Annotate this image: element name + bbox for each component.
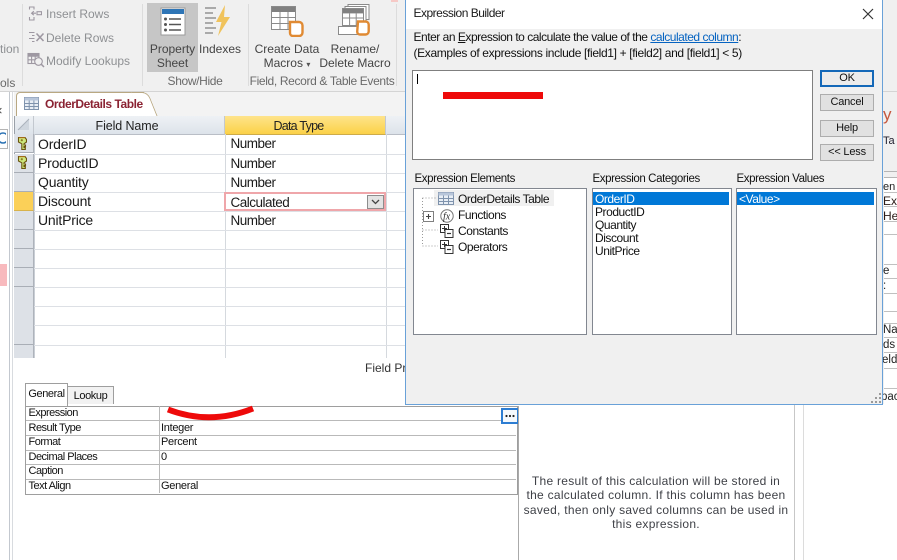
svg-text:fx: fx bbox=[443, 211, 451, 222]
